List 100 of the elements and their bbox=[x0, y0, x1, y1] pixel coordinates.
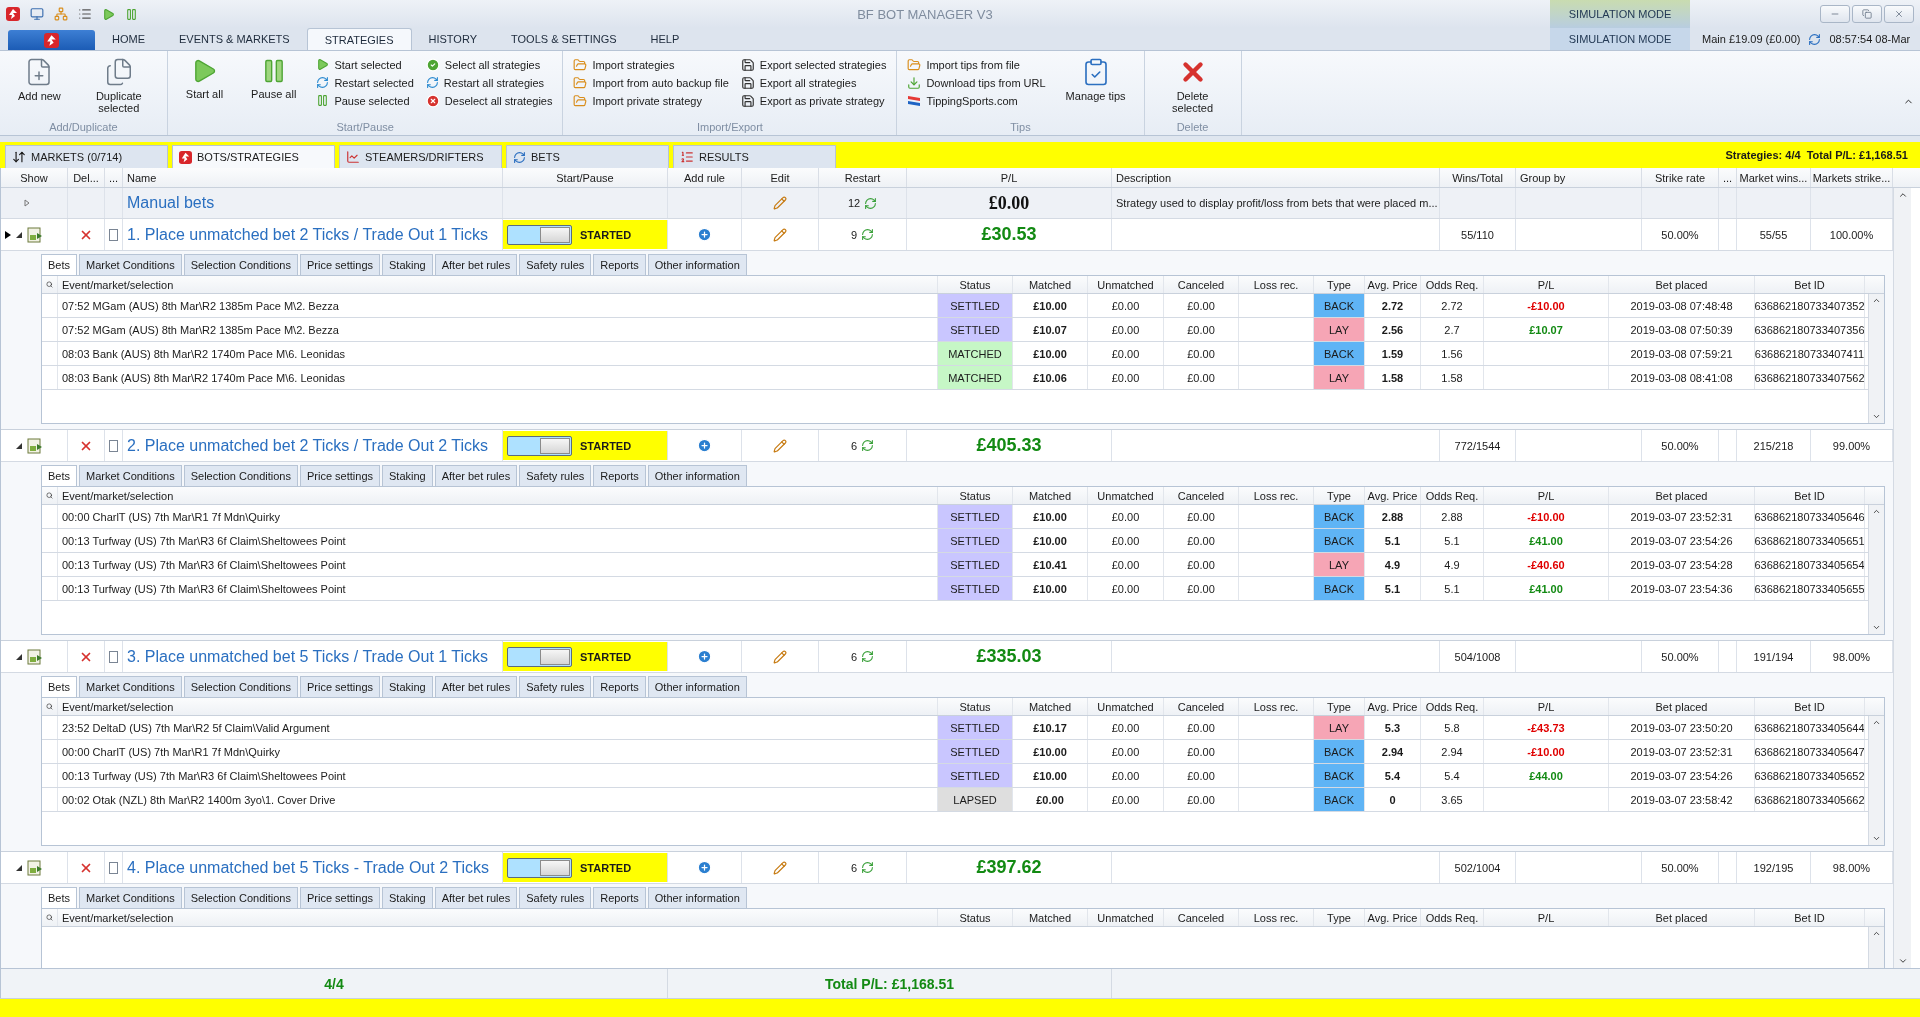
ribbon-button[interactable]: Deselect all strategies bbox=[425, 93, 553, 108]
refresh-icon[interactable] bbox=[1808, 32, 1822, 46]
add-icon[interactable] bbox=[697, 860, 712, 875]
detail-tab[interactable]: Reports bbox=[593, 887, 646, 908]
add-icon[interactable] bbox=[697, 438, 712, 453]
view-tab[interactable]: MARKETS (0/714) bbox=[5, 145, 168, 168]
scroll-up-icon[interactable] bbox=[1872, 296, 1881, 305]
refresh-icon[interactable] bbox=[861, 861, 875, 874]
edit-icon[interactable] bbox=[773, 196, 787, 210]
checkbox[interactable] bbox=[109, 650, 118, 663]
show-icon[interactable] bbox=[27, 437, 43, 454]
view-tab[interactable]: BOTS/STRATEGIES bbox=[172, 145, 335, 168]
detail-tab[interactable]: Selection Conditions bbox=[183, 254, 298, 275]
ribbon-button[interactable]: Import strategies bbox=[573, 57, 729, 72]
detail-tab[interactable]: Staking bbox=[382, 465, 433, 486]
scroll-down-icon[interactable] bbox=[1872, 623, 1881, 632]
ribbon-tab[interactable]: STRATEGIES bbox=[306, 28, 412, 50]
detail-tab[interactable]: Staking bbox=[382, 887, 433, 908]
show-icon[interactable] bbox=[27, 648, 43, 665]
scroll-down-icon[interactable] bbox=[1897, 956, 1908, 966]
refresh-icon[interactable] bbox=[864, 196, 878, 210]
ribbon-button[interactable]: Restart selected bbox=[316, 75, 414, 90]
detail-tab[interactable]: Price settings bbox=[299, 887, 380, 908]
detail-tab[interactable]: After bet rules bbox=[434, 887, 518, 908]
toggle-switch[interactable] bbox=[507, 857, 572, 878]
ribbon-button[interactable]: Export as private strategy bbox=[740, 93, 887, 108]
edit-icon[interactable] bbox=[773, 227, 787, 242]
ribbon-button[interactable]: Export all strategies bbox=[740, 75, 887, 90]
detail-tab[interactable]: Market Conditions bbox=[79, 465, 182, 486]
view-tab[interactable]: BETS bbox=[506, 145, 669, 168]
detail-tab[interactable]: Price settings bbox=[299, 676, 380, 697]
view-tab[interactable]: STEAMERS/DRIFTERS bbox=[339, 145, 502, 168]
detail-tab[interactable]: Reports bbox=[593, 254, 646, 275]
detail-tab[interactable]: Other information bbox=[647, 465, 747, 486]
add-icon[interactable] bbox=[697, 649, 712, 664]
network-icon[interactable] bbox=[54, 7, 68, 21]
detail-tab[interactable]: Selection Conditions bbox=[183, 676, 298, 697]
ribbon-button[interactable]: Import private strategy bbox=[573, 93, 729, 108]
show-icon[interactable] bbox=[27, 859, 43, 876]
detail-tab[interactable]: Bets bbox=[41, 887, 77, 908]
refresh-icon[interactable] bbox=[861, 439, 875, 452]
toggle-switch[interactable] bbox=[507, 646, 572, 667]
ribbon-button[interactable]: Download tips from URL bbox=[907, 75, 1046, 90]
edit-icon[interactable] bbox=[773, 860, 787, 875]
add-icon[interactable] bbox=[697, 227, 712, 242]
scroll-up-icon[interactable] bbox=[1872, 718, 1881, 727]
detail-tab[interactable]: Bets bbox=[41, 676, 77, 697]
ribbon-button[interactable]: Duplicate selected bbox=[76, 53, 161, 121]
ribbon-button[interactable]: Pause all bbox=[239, 53, 309, 121]
ribbon-button[interactable]: Select all strategies bbox=[425, 57, 553, 72]
logo-icon[interactable] bbox=[6, 7, 20, 21]
detail-tab[interactable]: After bet rules bbox=[434, 254, 518, 275]
ribbon-button[interactable]: Restart all strategies bbox=[425, 75, 553, 90]
detail-tab[interactable]: Other information bbox=[647, 676, 747, 697]
detail-tab[interactable]: Other information bbox=[647, 887, 747, 908]
ribbon-tab[interactable]: HELP bbox=[633, 28, 697, 50]
edit-icon[interactable] bbox=[773, 438, 787, 453]
detail-tab[interactable]: Safety rules bbox=[519, 465, 592, 486]
ribbon-button[interactable]: Manage tips bbox=[1053, 53, 1138, 121]
checkbox[interactable] bbox=[109, 861, 118, 874]
scroll-up-icon[interactable] bbox=[1872, 929, 1881, 938]
ribbon-button[interactable]: Import from auto backup file bbox=[573, 75, 729, 90]
detail-tab[interactable]: Price settings bbox=[299, 254, 380, 275]
toggle-switch[interactable] bbox=[507, 224, 572, 245]
scroll-down-icon[interactable] bbox=[1872, 834, 1881, 843]
view-tab[interactable]: RESULTS bbox=[673, 145, 836, 168]
toggle-switch[interactable] bbox=[507, 435, 572, 456]
show-icon[interactable] bbox=[27, 226, 43, 243]
close-button[interactable] bbox=[1884, 5, 1914, 23]
detail-tab[interactable]: Other information bbox=[647, 254, 747, 275]
detail-tab[interactable]: Market Conditions bbox=[79, 254, 182, 275]
refresh-icon[interactable] bbox=[861, 650, 875, 663]
detail-tab[interactable]: After bet rules bbox=[434, 676, 518, 697]
edit-icon[interactable] bbox=[773, 649, 787, 664]
detail-tab[interactable]: Bets bbox=[41, 254, 77, 275]
detail-tab[interactable]: Reports bbox=[593, 676, 646, 697]
ribbon-tab[interactable]: TOOLS & SETTINGS bbox=[494, 28, 634, 50]
checkbox[interactable] bbox=[109, 228, 118, 241]
restore-button[interactable] bbox=[1852, 5, 1882, 23]
refresh-icon[interactable] bbox=[861, 228, 875, 241]
list-icon[interactable] bbox=[78, 7, 92, 21]
scroll-down-icon[interactable] bbox=[1872, 412, 1881, 421]
ribbon-button[interactable]: Start all bbox=[173, 53, 236, 121]
detail-tab[interactable]: Staking bbox=[382, 254, 433, 275]
ribbon-button[interactable]: TippingSports.com bbox=[907, 93, 1046, 108]
app-menu-button[interactable] bbox=[8, 30, 95, 50]
ribbon-button[interactable]: Start selected bbox=[316, 57, 414, 72]
detail-tab[interactable]: Safety rules bbox=[519, 887, 592, 908]
scroll-up-icon[interactable] bbox=[1872, 507, 1881, 516]
detail-tab[interactable]: Staking bbox=[382, 676, 433, 697]
ribbon-button[interactable]: Import tips from file bbox=[907, 57, 1046, 72]
ribbon-tab[interactable]: HOME bbox=[95, 28, 162, 50]
ribbon-tab[interactable]: HISTORY bbox=[411, 28, 494, 50]
play-icon[interactable] bbox=[102, 7, 115, 21]
detail-tab[interactable]: Selection Conditions bbox=[183, 887, 298, 908]
monitor-icon[interactable] bbox=[30, 7, 44, 21]
detail-tab[interactable]: Safety rules bbox=[519, 676, 592, 697]
ribbon-button[interactable]: Add new bbox=[6, 53, 73, 121]
detail-tab[interactable]: Bets bbox=[41, 465, 77, 486]
ribbon-button[interactable]: Pause selected bbox=[316, 93, 414, 108]
